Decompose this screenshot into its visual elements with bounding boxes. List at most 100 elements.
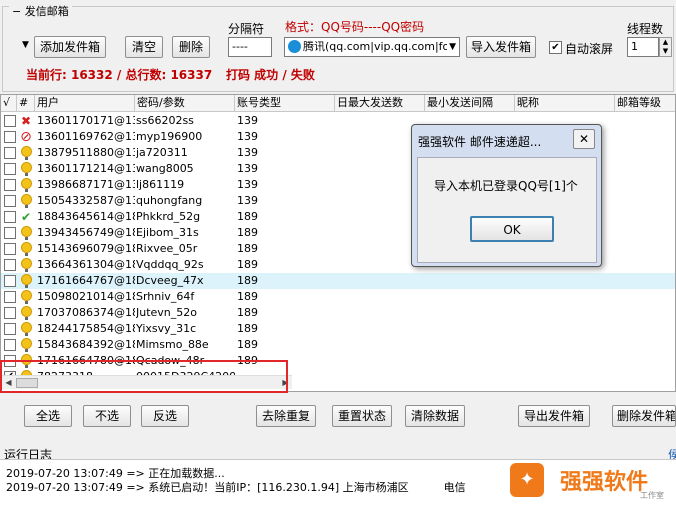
header-mail-level[interactable]: 邮箱等级 bbox=[615, 95, 675, 112]
row-checkbox[interactable] bbox=[4, 291, 16, 303]
cell-pass: quhongfang bbox=[136, 194, 203, 207]
brand-logo-icon: ✦ bbox=[510, 463, 544, 497]
cell-type: 189 bbox=[237, 274, 258, 287]
separator-label: 分隔符 bbox=[228, 22, 265, 36]
reset-state-button[interactable]: 重置状态 bbox=[332, 405, 392, 427]
header-user[interactable]: 用户 bbox=[35, 95, 135, 112]
add-sender-button[interactable]: 添加发件箱 bbox=[34, 36, 106, 58]
cell-pass: lj861119 bbox=[136, 178, 185, 191]
success-check-icon: ✔ bbox=[20, 210, 32, 224]
cell-pass: Yixsvy_31c bbox=[136, 322, 197, 335]
row-checkbox[interactable] bbox=[4, 275, 16, 287]
cell-user: 13986687171@139. bbox=[37, 178, 135, 191]
cell-type: 139 bbox=[237, 162, 258, 175]
table-row[interactable]: 17161664767@189.Dcveeg_47x 189 bbox=[1, 273, 675, 289]
cell-pass: Phkkrd_52g bbox=[136, 210, 201, 223]
header-daily-max[interactable]: 日最大发送数 bbox=[335, 95, 425, 112]
header-password[interactable]: 密码/参数 bbox=[135, 95, 235, 112]
header-min-interval[interactable]: 最小发送间隔 bbox=[425, 95, 515, 112]
bulb-icon bbox=[21, 242, 32, 256]
delete-sender-button[interactable]: 删除发件箱 bbox=[612, 405, 676, 427]
chevron-down-icon: ▼ bbox=[447, 38, 456, 56]
clear-button[interactable]: 清空 bbox=[125, 36, 163, 58]
bulb-icon bbox=[21, 178, 32, 192]
clear-data-button[interactable]: 清除数据 bbox=[405, 405, 465, 427]
thread-spinner[interactable]: ▲ ▼ bbox=[659, 37, 672, 57]
row-checkbox[interactable] bbox=[4, 179, 16, 191]
brand-subtitle: 工作室 bbox=[640, 491, 664, 500]
table-row[interactable]: 18244175854@189.Yixsvy_31c 189 bbox=[1, 321, 675, 337]
captcha-status: 打码 成功 / 失败 bbox=[226, 68, 315, 82]
bulb-icon bbox=[21, 306, 32, 320]
thread-count-label: 线程数 bbox=[627, 22, 664, 36]
provider-select[interactable]: 腾讯(qq.com|vip.qq.com|fo ▼ bbox=[284, 37, 460, 57]
row-checkbox[interactable] bbox=[4, 115, 16, 127]
header-index[interactable]: # bbox=[17, 95, 35, 112]
import-sender-button[interactable]: 导入发件箱 bbox=[466, 36, 536, 58]
cell-pass: Srhniv_64f bbox=[136, 290, 195, 303]
row-checkbox[interactable] bbox=[4, 323, 16, 335]
table-row[interactable]: 15843684392@189.Mimsmo_88e 189 bbox=[1, 337, 675, 353]
blocked-icon: ⊘ bbox=[20, 129, 32, 145]
dropdown-arrow-icon[interactable]: ▼ bbox=[22, 40, 29, 50]
cell-user: 17161664767@189. bbox=[37, 274, 135, 287]
cell-pass: myp196900 bbox=[136, 130, 203, 143]
cell-type: 139 bbox=[237, 130, 258, 143]
thread-count-input[interactable]: 1 bbox=[627, 37, 659, 57]
row-checkbox[interactable] bbox=[4, 211, 16, 223]
row-checkbox[interactable] bbox=[4, 243, 16, 255]
dialog-message: 导入本机已登录QQ号[1]个 bbox=[434, 179, 578, 193]
row-checkbox[interactable] bbox=[4, 227, 16, 239]
select-none-button[interactable]: 不选 bbox=[83, 405, 131, 427]
cell-user: 13601170171@139. bbox=[37, 114, 135, 127]
remove-duplicates-button[interactable]: 去除重复 bbox=[256, 405, 316, 427]
row-checkbox[interactable] bbox=[4, 339, 16, 351]
table-row[interactable]: 15098021014@189.Srhniv_64f 189 bbox=[1, 289, 675, 305]
separator-input[interactable]: ---- bbox=[228, 37, 272, 57]
collapse-icon[interactable]: − bbox=[12, 5, 21, 18]
ok-button[interactable]: OK bbox=[470, 216, 554, 242]
cell-pass: ss66202ss bbox=[136, 114, 194, 127]
cell-user: 13879511880@139. bbox=[37, 146, 135, 159]
run-log[interactable]: 2019-07-20 13:07:49 => 正在加载数据... 2019-07… bbox=[0, 459, 676, 506]
select-all-button[interactable]: 全选 bbox=[24, 405, 72, 427]
invert-selection-button[interactable]: 反选 bbox=[141, 405, 189, 427]
header-account-type[interactable]: 账号类型 bbox=[235, 95, 335, 112]
cell-pass: Jutevn_52o bbox=[136, 306, 198, 319]
row-checkbox[interactable] bbox=[4, 131, 16, 143]
bulb-icon bbox=[21, 322, 32, 336]
header-nickname[interactable]: 昵称 bbox=[515, 95, 615, 112]
cell-type: 139 bbox=[237, 178, 258, 191]
current-row-status: 当前行: 16332 / 总行数: 16337 bbox=[26, 68, 213, 82]
cell-pass: ja720311 bbox=[136, 146, 188, 159]
highlight-box bbox=[0, 360, 288, 393]
bulb-icon bbox=[21, 162, 32, 176]
message-dialog: 强强软件 邮件速递超... ✕ 导入本机已登录QQ号[1]个 OK bbox=[411, 124, 602, 267]
close-icon[interactable]: ✕ bbox=[573, 129, 595, 149]
auto-scroll-checkbox[interactable]: ✔ bbox=[549, 41, 562, 54]
header-check[interactable]: √ bbox=[1, 95, 17, 112]
dialog-title: 强强软件 邮件速递超... bbox=[418, 135, 542, 149]
cell-pass: Ejibom_31s bbox=[136, 226, 199, 239]
row-checkbox[interactable] bbox=[4, 195, 16, 207]
group-title: − 发信邮箱 bbox=[9, 6, 72, 18]
cell-user: 13601169762@139. bbox=[37, 130, 135, 143]
cell-user: 15143696079@189. bbox=[37, 242, 135, 255]
export-sender-button[interactable]: 导出发件箱 bbox=[518, 405, 590, 427]
bulb-icon bbox=[21, 290, 32, 304]
cell-pass: Rixvee_05r bbox=[136, 242, 198, 255]
table-row[interactable]: 17037086374@189.Jutevn_52o 189 bbox=[1, 305, 675, 321]
cell-type: 139 bbox=[237, 114, 258, 127]
row-checkbox[interactable] bbox=[4, 307, 16, 319]
cell-pass: Vqddqq_92s bbox=[136, 258, 204, 271]
brand-name: 强强软件 bbox=[560, 470, 649, 495]
cell-type: 189 bbox=[237, 338, 258, 351]
cell-user: 13664361304@189. bbox=[37, 258, 135, 271]
auto-scroll-label: 自动滚屏 bbox=[565, 42, 614, 56]
cell-user: 18843645614@189. bbox=[37, 210, 135, 223]
row-checkbox[interactable] bbox=[4, 163, 16, 175]
cell-user: 15054332587@139. bbox=[37, 194, 135, 207]
delete-button[interactable]: 删除 bbox=[172, 36, 210, 58]
row-checkbox[interactable] bbox=[4, 259, 16, 271]
row-checkbox[interactable] bbox=[4, 147, 16, 159]
